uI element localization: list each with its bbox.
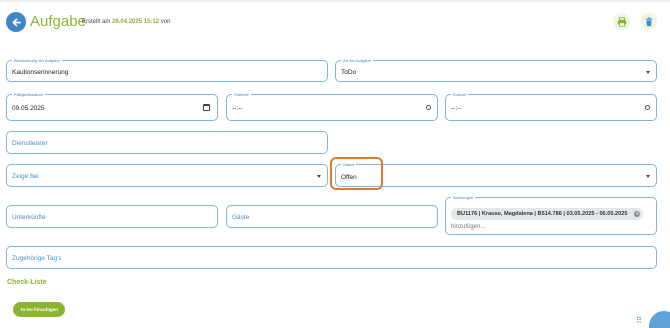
due-date-value: 09.05.2025 [12,105,45,112]
close-circle-icon[interactable]: ✕ [634,211,641,217]
tags-field[interactable]: Zugehörige Tag's [6,246,657,269]
back-button[interactable] [6,12,26,32]
start-time-value: --:-- [232,105,243,112]
checklist-heading: Check-Liste [7,279,47,286]
created-suffix: von [160,19,171,25]
status-highlight-frame [330,157,383,190]
tags-placeholder: Zugehörige Tag's [12,255,62,262]
show-at-select[interactable]: Zeige bei [6,164,328,187]
task-type-value: ToDo [341,69,357,76]
service-provider-placeholder: Dienstleister [12,140,48,147]
booking-chip-text: BU1176 | Krause, Magdalena | B514.786 | … [457,211,628,217]
end-time-label: Endzeit [451,92,469,97]
start-time-field[interactable]: Startzeit --:-- [226,92,438,121]
end-time-field[interactable]: Endzeit --:-- [445,92,657,121]
printer-icon [617,16,626,27]
show-at-placeholder: Zeige bei [12,173,39,180]
page-title: Aufgabe [30,13,86,30]
task-name-value: Kautionserinnerung [12,69,69,76]
bookings-label: Buchungen [451,195,476,200]
due-date-field[interactable]: Fälligkeitsdatum 09.05.2025 [6,92,218,121]
bookings-add-input[interactable]: hinzufügen... [451,223,485,231]
service-provider-field[interactable]: Dienstleister [6,131,328,154]
due-date-label: Fälligkeitsdatum [12,92,45,97]
grip-dots-icon[interactable]: ⠿ [636,317,642,325]
chevron-down-icon [317,175,321,178]
accommodations-field[interactable]: Unterkünfte [6,205,218,228]
created-prefix: Erstellt am [82,19,111,25]
top-divider [0,0,670,2]
status-select[interactable]: Status Offen [335,162,657,187]
guests-placeholder: Gäste [232,214,250,221]
chevron-down-icon [646,175,650,178]
task-type-label: Art der Aufgabe [341,58,373,63]
created-info: Erstellt am 26.04.2025 15:12 von [82,17,170,27]
back-arrow-icon [11,17,21,27]
booking-chip[interactable]: BU1176 | Krause, Magdalena | B514.786 | … [451,208,644,220]
start-time-label: Startzeit [232,92,251,97]
trash-icon [645,17,652,26]
created-datetime: 26.04.2025 15:12 [112,19,160,25]
task-type-select[interactable]: Art der Aufgabe ToDo [335,58,657,82]
task-name-label: Bezeichnung der Aufgabe [12,58,62,63]
clock-icon[interactable] [645,105,650,110]
chat-widget[interactable] [649,311,670,328]
accommodations-placeholder: Unterkünfte [12,214,46,221]
guests-field[interactable]: Gäste [226,205,438,228]
delete-button[interactable] [640,13,657,30]
end-time-value: --:-- [451,105,462,112]
chevron-down-icon [646,71,650,74]
add-todo-button[interactable]: To-Do hinzufügen [13,302,65,317]
print-button[interactable] [613,13,630,30]
task-name-field[interactable]: Bezeichnung der Aufgabe Kautionserinneru… [6,58,328,82]
clock-icon[interactable] [426,105,431,110]
calendar-icon[interactable] [203,104,210,111]
bookings-field[interactable]: Buchungen BU1176 | Krause, Magdalena | B… [445,195,657,235]
